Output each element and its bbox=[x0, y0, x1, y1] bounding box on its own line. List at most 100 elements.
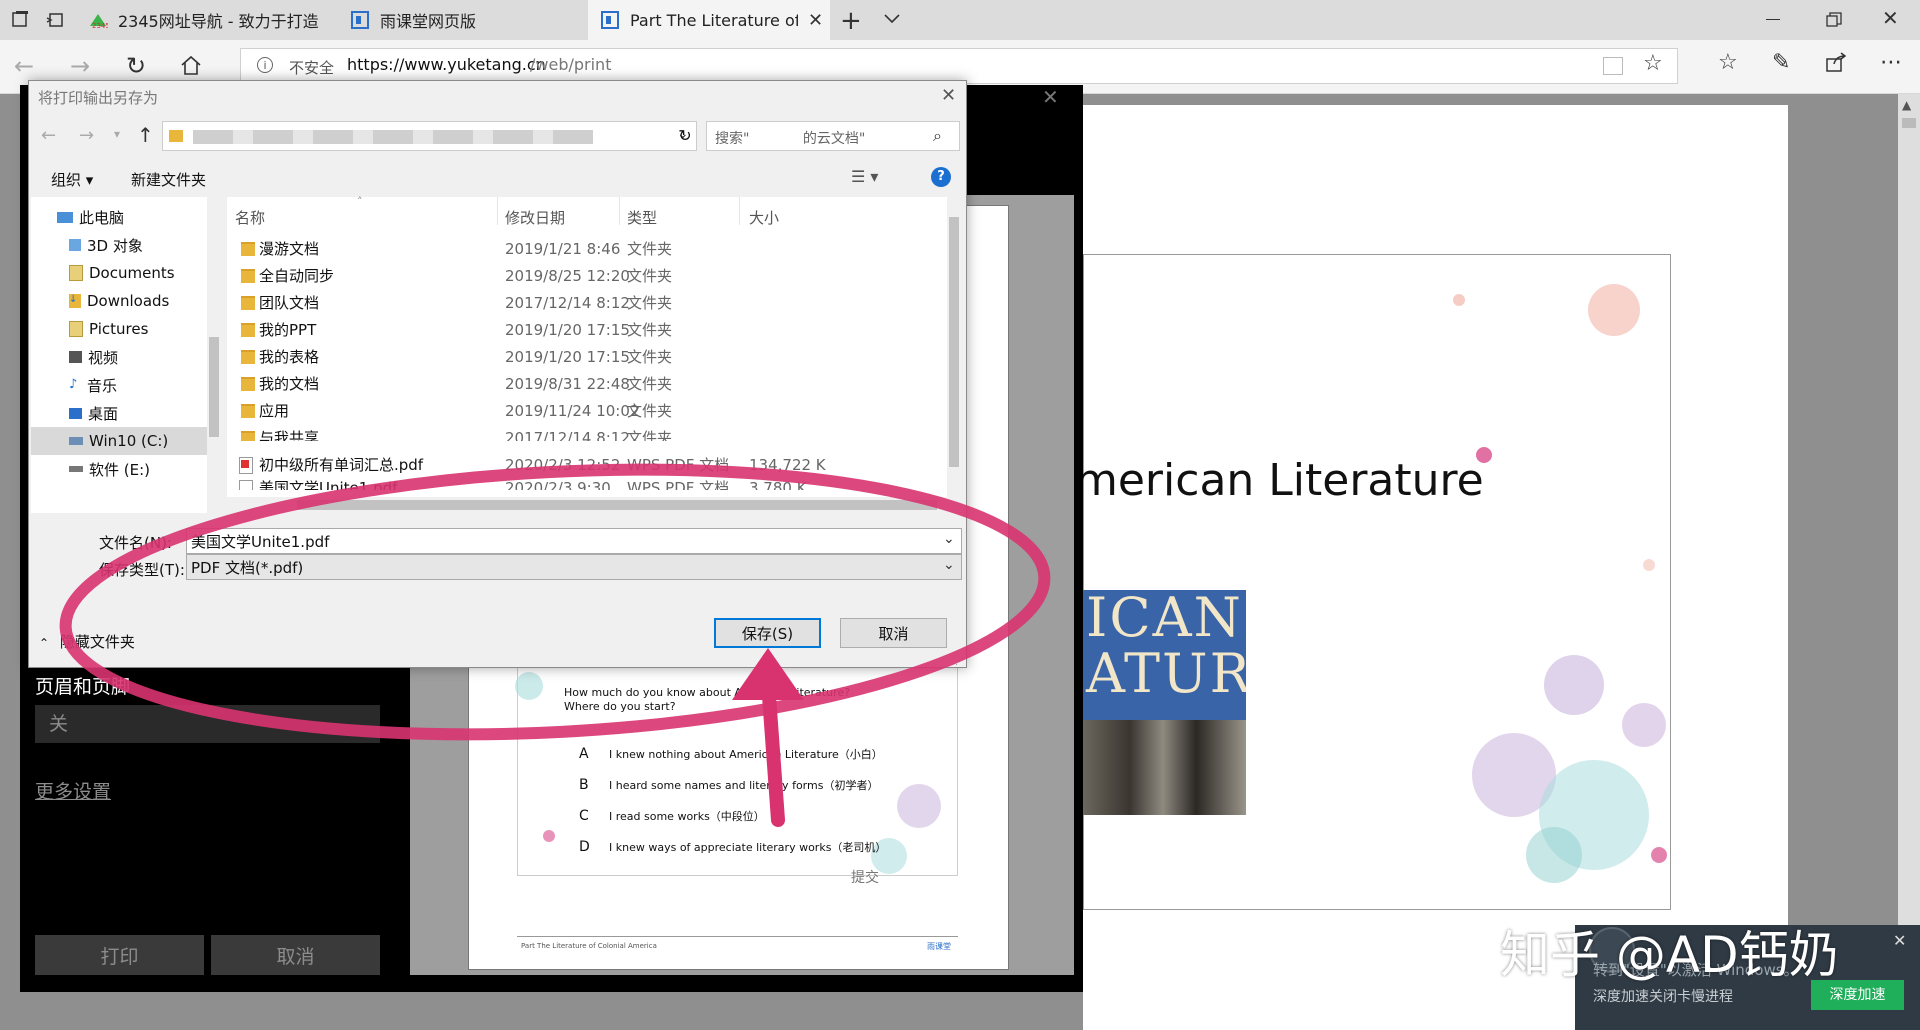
header-footer-select[interactable]: 关 bbox=[35, 705, 380, 743]
filetype-chevron-icon[interactable]: ⌄ bbox=[943, 557, 955, 573]
file-date: 2019/8/25 12:20 bbox=[505, 266, 630, 285]
print-dialog-close-icon[interactable]: ✕ bbox=[1042, 85, 1059, 109]
nav-scrollbar[interactable] bbox=[207, 197, 221, 513]
file-date: 2019/8/31 22:48 bbox=[505, 374, 630, 393]
file-type: 文件夹 bbox=[627, 429, 673, 441]
table-row[interactable]: 漫游文档 2019/1/21 8:46 文件夹 bbox=[227, 235, 939, 262]
nav-downloads[interactable]: ↓ Downloads bbox=[31, 287, 207, 315]
table-row[interactable]: 我的文档 2019/8/31 22:48 文件夹 bbox=[227, 370, 939, 397]
table-row[interactable]: 美国文学Unite1.pdf 2020/2/3 9:30 WPS PDF 文档 … bbox=[227, 478, 939, 490]
nav-scroll-thumb[interactable] bbox=[209, 337, 219, 437]
mini-option-text: I read some works（中段位） bbox=[609, 810, 765, 823]
folder-icon bbox=[169, 130, 183, 142]
column-size[interactable]: 大小 bbox=[749, 207, 779, 228]
table-row[interactable]: 全自动同步 2019/8/25 12:20 文件夹 bbox=[227, 262, 939, 289]
book-cover-text: ATURE bbox=[1086, 642, 1246, 705]
restore-icon[interactable] bbox=[1826, 12, 1842, 28]
nav-pictures[interactable]: Pictures bbox=[31, 315, 207, 343]
partial-row-clip: 美国文学Unite1.pdf 2020/2/3 9:30 WPS PDF 文档 … bbox=[227, 478, 939, 490]
nav-documents[interactable]: Documents bbox=[31, 259, 207, 287]
new-folder-button[interactable]: 新建文件夹 bbox=[131, 169, 206, 190]
refresh-icon[interactable]: ↻ bbox=[126, 52, 146, 80]
nav-label: 3D 对象 bbox=[87, 236, 143, 255]
file-name: 美国文学Unite1.pdf bbox=[259, 479, 398, 490]
cancel-button[interactable]: 取消 bbox=[840, 618, 947, 648]
nav-drive-e[interactable]: 软件 (E:) bbox=[31, 455, 207, 483]
table-row[interactable]: 团队文档 2017/12/14 8:12 文件夹 bbox=[227, 289, 939, 316]
column-type[interactable]: 类型 bbox=[627, 207, 657, 228]
info-icon[interactable]: i bbox=[257, 57, 273, 73]
back-icon[interactable]: ← bbox=[14, 52, 34, 80]
reading-view-icon[interactable] bbox=[1603, 57, 1623, 75]
print-cancel-button[interactable]: 取消 bbox=[211, 935, 380, 975]
column-name[interactable]: 名称 bbox=[235, 207, 265, 228]
nav-desktop[interactable]: 桌面 bbox=[31, 399, 207, 427]
tab-actions-icon[interactable] bbox=[10, 10, 30, 30]
forward-icon[interactable]: → bbox=[70, 52, 90, 80]
scroll-thumb[interactable] bbox=[1902, 118, 1916, 128]
desktop-icon bbox=[69, 407, 82, 419]
hscroll-thumb[interactable] bbox=[297, 500, 937, 510]
table-row[interactable]: 应用 2019/11/24 10:02 文件夹 bbox=[227, 397, 939, 424]
path-breadcrumb[interactable]: ⌄ bbox=[162, 121, 697, 151]
search-box[interactable]: 搜索" 的云文档" ⌕ bbox=[706, 121, 960, 151]
file-type: 文件夹 bbox=[627, 402, 673, 420]
favorite-star-icon[interactable]: ☆ bbox=[1643, 51, 1663, 76]
file-hscrollbar[interactable] bbox=[227, 497, 961, 513]
new-tab-icon[interactable]: + bbox=[840, 6, 862, 36]
filename-chevron-icon[interactable]: ⌄ bbox=[943, 531, 955, 547]
drive-icon bbox=[69, 466, 83, 472]
table-row[interactable]: 我的表格 2019/1/20 17:15 文件夹 bbox=[227, 343, 939, 370]
tab-2345[interactable]: 2345 2345网址导航 - 致力于打造 bbox=[76, 0, 338, 40]
view-options-icon[interactable]: ☰ ▾ bbox=[851, 167, 878, 186]
filename-input[interactable]: 美国文学Unite1.pdf ⌄ bbox=[186, 528, 962, 554]
tab-literature[interactable]: Part The Literature of Co ✕ bbox=[588, 0, 830, 40]
up-icon[interactable]: ↑ bbox=[137, 123, 154, 147]
close-tab-icon[interactable]: ✕ bbox=[808, 10, 823, 31]
filetype-select[interactable]: PDF 文档(*.pdf) ⌄ bbox=[186, 554, 962, 580]
dialog-close-icon[interactable]: ✕ bbox=[941, 85, 956, 106]
nav-label: Documents bbox=[89, 264, 175, 282]
save-button[interactable]: 保存(S) bbox=[714, 618, 821, 648]
nav-music[interactable]: ♪ 音乐 bbox=[31, 371, 207, 399]
chevron-up-icon: ⌃ bbox=[39, 636, 50, 650]
close-window-icon[interactable]: ✕ bbox=[1882, 6, 1899, 30]
help-icon[interactable]: ? bbox=[931, 167, 951, 187]
nav-3d-objects[interactable]: 3D 对象 bbox=[31, 231, 207, 259]
vscroll-thumb[interactable] bbox=[949, 217, 959, 467]
share-icon[interactable] bbox=[1826, 52, 1848, 72]
search-icon: ⌕ bbox=[933, 126, 942, 145]
favorites-icon[interactable]: ☆ bbox=[1718, 50, 1738, 75]
url-field[interactable]: i 不安全 https://www.yuketang.cn /web/print… bbox=[240, 48, 1678, 84]
file-vscrollbar[interactable] bbox=[947, 197, 961, 497]
refresh-icon[interactable]: ↻ bbox=[673, 121, 697, 151]
tab-yuketang[interactable]: 雨课堂网页版 bbox=[338, 0, 588, 40]
scroll-up-icon[interactable]: ▲ bbox=[1902, 98, 1911, 112]
recent-chevron-icon[interactable]: ▾ bbox=[114, 127, 120, 141]
table-row[interactable]: 与我共享 2017/12/14 8:12 文件夹 bbox=[227, 424, 939, 441]
set-aside-tabs-icon[interactable] bbox=[46, 10, 66, 30]
nav-drive-c[interactable]: Win10 (C:) bbox=[31, 427, 207, 455]
resize-grip-icon[interactable]: ⋰ bbox=[955, 657, 964, 667]
pen-icon[interactable]: ✎ bbox=[1772, 50, 1790, 75]
more-settings-link[interactable]: 更多设置 bbox=[35, 777, 111, 804]
toast-close-icon[interactable]: ✕ bbox=[1893, 931, 1906, 950]
preview-scrollbar[interactable]: ▲ bbox=[1898, 94, 1920, 1030]
back-icon[interactable]: ← bbox=[41, 125, 56, 146]
folder-icon bbox=[241, 404, 255, 418]
more-menu-icon[interactable]: ⋯ bbox=[1880, 50, 1902, 75]
print-button[interactable]: 打印 bbox=[35, 935, 204, 975]
nav-videos[interactable]: 视频 bbox=[31, 343, 207, 371]
table-row[interactable]: 初中级所有单词汇总.pdf 2020/2/3 12:52 WPS PDF 文档 … bbox=[227, 451, 939, 478]
organize-menu[interactable]: 组织 ▾ bbox=[51, 169, 93, 190]
column-date[interactable]: 修改日期 bbox=[505, 207, 565, 228]
mini-option-letter: D bbox=[579, 839, 590, 855]
home-icon[interactable] bbox=[180, 54, 202, 76]
minimize-icon[interactable] bbox=[1766, 19, 1780, 20]
forward-icon[interactable]: → bbox=[79, 125, 94, 146]
nav-this-pc[interactable]: 此电脑 bbox=[31, 203, 207, 231]
tab-list-chevron-icon[interactable] bbox=[882, 8, 902, 28]
hide-folders-toggle[interactable]: ⌃ 隐藏文件夹 bbox=[39, 631, 135, 652]
toast-message: 深度加速关闭卡慢进程 bbox=[1593, 989, 1733, 1005]
table-row[interactable]: 我的PPT 2019/1/20 17:15 文件夹 bbox=[227, 316, 939, 343]
